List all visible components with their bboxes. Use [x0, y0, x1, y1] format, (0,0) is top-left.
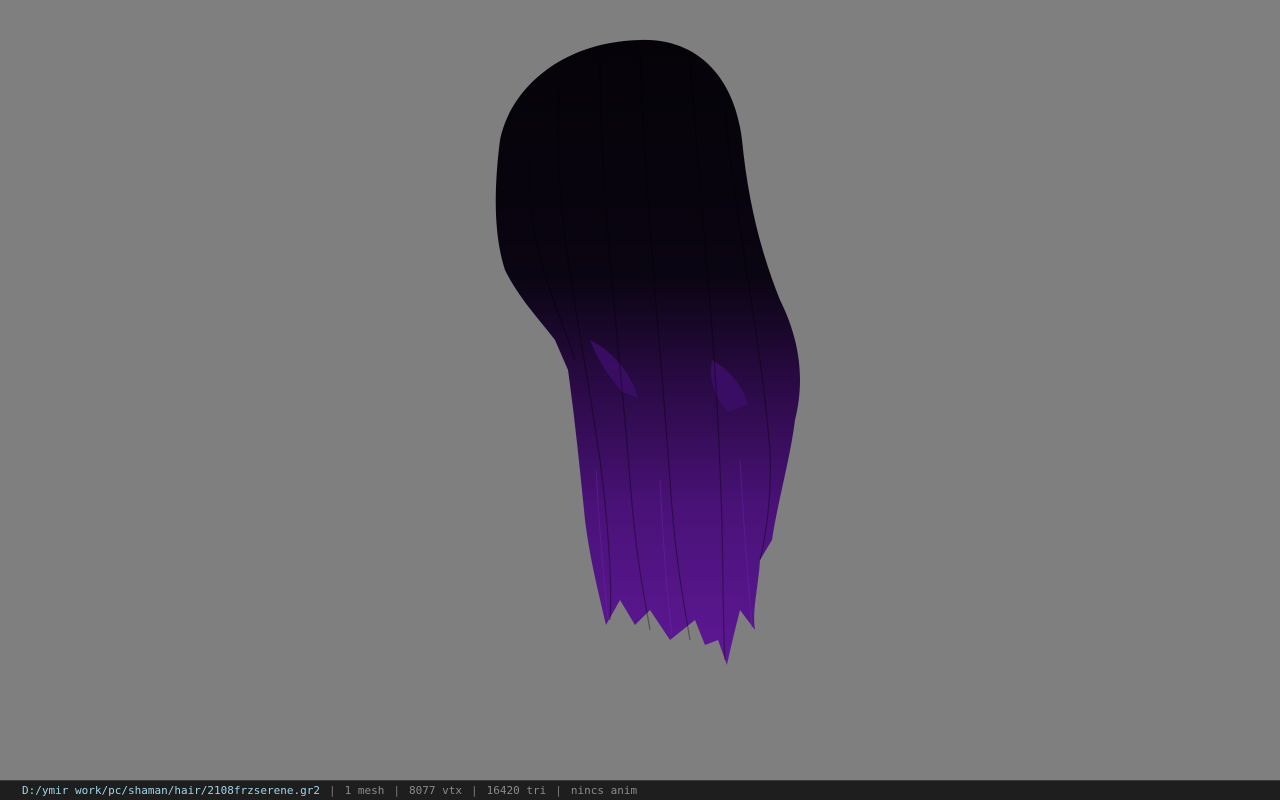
status-bar: D:/ymir work/pc/shaman/hair/2108frzseren…: [0, 780, 1280, 800]
triangle-count: 16420 tri: [486, 784, 547, 797]
animation-status: nincs anim: [570, 784, 638, 797]
mesh-count: 1 mesh: [344, 784, 385, 797]
separator: |: [329, 784, 336, 797]
separator: |: [393, 784, 401, 797]
3d-viewport[interactable]: [0, 0, 1280, 780]
separator: |: [471, 784, 478, 797]
vertex-count: 8077 vtx: [409, 784, 462, 797]
file-path: D:/ymir work/pc/shaman/hair/2108frzseren…: [22, 784, 321, 797]
separator: |: [555, 784, 562, 797]
hair-model: [495, 39, 800, 665]
